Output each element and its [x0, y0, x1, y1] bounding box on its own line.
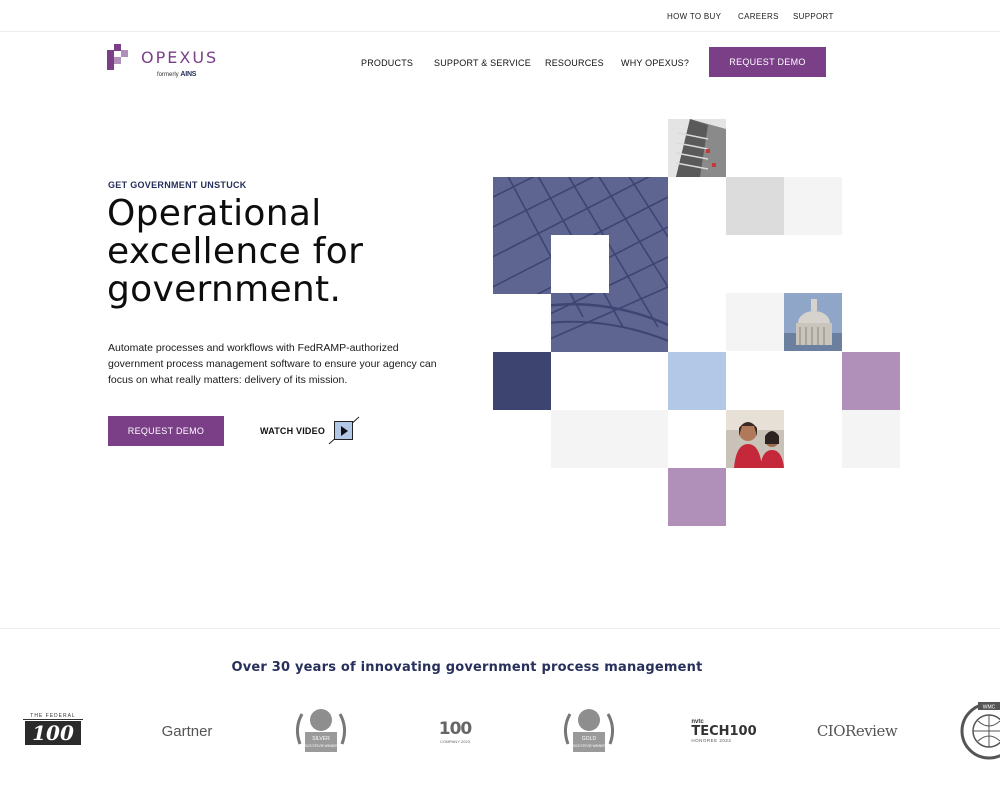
logo-formerly: formerly AINS — [157, 71, 197, 78]
gartner-logo: Gartner — [161, 722, 213, 740]
mosaic-tile-navy — [493, 352, 551, 410]
opexus-mark-icon — [107, 44, 128, 70]
utility-link-careers[interactable]: CAREERS — [738, 12, 779, 21]
mosaic-tile-light — [842, 410, 900, 468]
nav-support-service[interactable]: SUPPORT & SERVICE — [434, 58, 531, 68]
mosaic-tile-lavender — [668, 468, 726, 526]
svg-text:GOLD: GOLD — [582, 736, 597, 742]
utility-bar: HOW TO BUY CAREERS SUPPORT — [0, 0, 1000, 32]
federal-100-logo: THE FEDERAL 100 — [22, 700, 84, 762]
wmc-seal-logo: WMC — [958, 700, 1000, 762]
hero-description: Automate processes and workflows with Fe… — [108, 342, 437, 386]
svg-text:WMC: WMC — [983, 705, 996, 711]
mosaic-tile-blue — [668, 352, 726, 410]
govtech-100-logo: 100 COMPANY 2023 — [438, 718, 472, 744]
nvtc-tech100-logo: nvtc TECH100 HONOREE 2022 — [691, 719, 757, 743]
mosaic-tile-lavender — [842, 352, 900, 410]
watch-video-link[interactable]: WATCH VIDEO — [260, 426, 325, 436]
nav-request-demo-button[interactable]: REQUEST DEMO — [709, 47, 826, 77]
nav-products[interactable]: PRODUCTS — [361, 58, 413, 68]
utility-link-how-to-buy[interactable]: HOW TO BUY — [667, 12, 721, 21]
cioreview-logo: CIOReview — [816, 722, 898, 740]
hero-request-demo-button[interactable]: REQUEST DEMO — [108, 416, 224, 446]
mosaic-tile-grey — [726, 177, 784, 235]
mosaic-tile-white — [551, 235, 609, 293]
logo-wordmark: OPEXUS — [141, 48, 219, 67]
svg-text:SILVER: SILVER — [312, 736, 330, 742]
play-icon[interactable] — [334, 421, 353, 440]
opexus-logo[interactable]: OPEXUS formerly AINS — [107, 44, 227, 82]
laurel-badge-icon: SILVER 2023 STEVIE WINNER — [295, 709, 347, 752]
awards-tagline: Over 30 years of innovating government p… — [231, 660, 703, 675]
utility-link-support[interactable]: SUPPORT — [793, 12, 834, 21]
mosaic-tile-light — [784, 177, 842, 235]
mosaic-tile-light — [726, 293, 784, 351]
hero-headline: Operational excellence for government. — [107, 193, 364, 310]
building-photo — [668, 119, 726, 177]
seal-icon: WMC — [960, 702, 1000, 760]
former-brand-name: AINS — [180, 71, 197, 78]
people-photo — [726, 410, 784, 468]
section-divider — [0, 628, 1000, 629]
svg-text:2023 STEVIE WINNER: 2023 STEVIE WINNER — [572, 744, 606, 748]
mosaic-tile-light-wide — [551, 410, 668, 468]
nav-resources[interactable]: RESOURCES — [545, 58, 604, 68]
stevie-gold-badge: GOLD 2023 STEVIE WINNER — [556, 700, 622, 762]
nav-why-opexus[interactable]: WHY OPEXUS? — [621, 58, 689, 68]
laurel-badge-icon: GOLD 2023 STEVIE WINNER — [563, 709, 615, 752]
svg-text:2023 STEVIE WINNER: 2023 STEVIE WINNER — [304, 744, 338, 748]
hero-eyebrow: GET GOVERNMENT UNSTUCK — [108, 180, 247, 190]
stevie-silver-badge: SILVER 2023 STEVIE WINNER — [288, 700, 354, 762]
capitol-photo — [784, 293, 842, 351]
